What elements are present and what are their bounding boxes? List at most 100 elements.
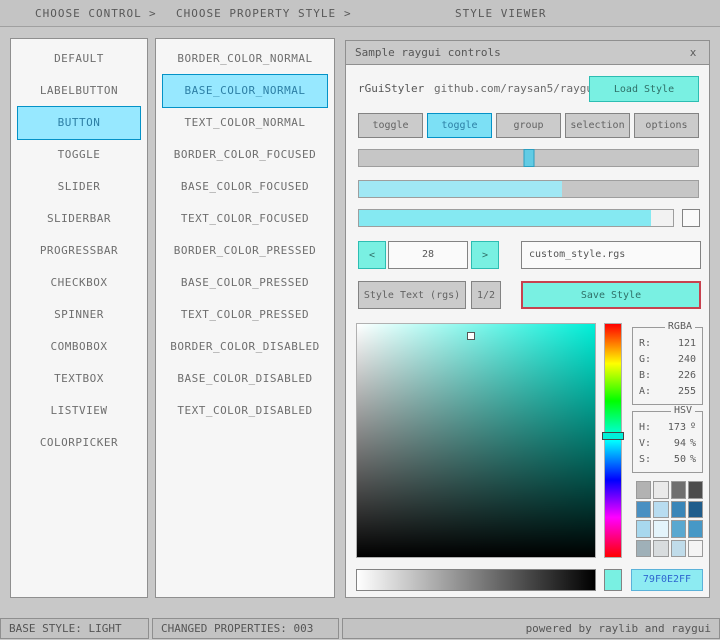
palette-color-1[interactable]: [653, 481, 669, 499]
property-item-base_color_normal[interactable]: BASE_COLOR_NORMAL: [162, 74, 328, 108]
status-changed-properties: CHANGED PROPERTIES: 003: [152, 618, 339, 639]
window-titlebar[interactable]: Sample raygui controls x: [346, 41, 709, 65]
palette-color-11[interactable]: [687, 520, 703, 538]
property-item-border_color_disabled[interactable]: BORDER_COLOR_DISABLED: [163, 331, 327, 363]
hue-bar[interactable]: [602, 323, 624, 558]
hsv-row-value: 173: [667, 422, 686, 433]
property-item-base_color_disabled[interactable]: BASE_COLOR_DISABLED: [163, 363, 327, 395]
style-viewer-window: Sample raygui controls x rGuiStyler gith…: [345, 40, 710, 598]
load-style-button[interactable]: Load Style: [589, 76, 699, 102]
close-icon[interactable]: x: [686, 46, 700, 59]
control-item-labelbutton[interactable]: LABELBUTTON: [18, 75, 140, 107]
control-item-checkbox[interactable]: CHECKBOX: [18, 267, 140, 299]
palette-color-14[interactable]: [670, 539, 686, 557]
rgba-title: RGBA: [664, 321, 695, 332]
rgba-row-label: G:: [639, 354, 652, 365]
control-item-textbox[interactable]: TEXTBOX: [18, 363, 140, 395]
page-toggle-button[interactable]: 1/2: [471, 281, 501, 309]
properties-list: BORDER_COLOR_NORMAL BASE_COLOR_NORMAL TEXT…: [155, 38, 335, 598]
value-bar[interactable]: [358, 209, 674, 227]
palette-color-8[interactable]: [636, 520, 652, 538]
hue-handle[interactable]: [602, 431, 624, 440]
toggle-button-selection-3[interactable]: selection: [565, 113, 630, 138]
color-picker-marker[interactable]: [467, 331, 476, 340]
save-style-button[interactable]: Save Style: [521, 281, 701, 309]
header-style-viewer: STYLE VIEWER: [455, 7, 547, 20]
palette-color-9[interactable]: [653, 520, 669, 538]
chevron-right-icon: >: [344, 7, 352, 20]
styler-label: rGuiStyler: [358, 82, 425, 95]
status-powered-by: powered by raylib and raygui: [342, 618, 720, 639]
palette-color-5[interactable]: [653, 500, 669, 518]
control-item-slider[interactable]: SLIDER: [18, 171, 140, 203]
progress-fill: [359, 181, 563, 197]
chevron-right-icon: >: [149, 7, 157, 20]
filename-input[interactable]: custom_style.rgs: [521, 241, 701, 269]
palette-color-2[interactable]: [670, 481, 686, 499]
hsv-row-unit: %: [689, 438, 696, 449]
property-item-border_color_normal[interactable]: BORDER_COLOR_NORMAL: [163, 43, 327, 75]
rgba-row-value: 121: [677, 338, 696, 349]
property-item-text_color_normal[interactable]: TEXT_COLOR_NORMAL: [163, 107, 327, 139]
value-bar-fill: [359, 210, 652, 226]
hex-color-input[interactable]: 79F0E2FF: [631, 569, 703, 591]
rgba-row-value: 240: [677, 354, 696, 365]
palette-color-6[interactable]: [670, 500, 686, 518]
hsv-row-label: H:: [639, 422, 652, 433]
rgba-row-value: 255: [677, 386, 696, 397]
control-item-default[interactable]: DEFAULT: [18, 43, 140, 75]
spinner-decrement-button[interactable]: <: [358, 241, 386, 269]
checkbox[interactable]: [682, 209, 700, 227]
control-item-colorpicker[interactable]: COLORPICKER: [18, 427, 140, 459]
property-item-border_color_focused[interactable]: BORDER_COLOR_FOCUSED: [163, 139, 327, 171]
hsv-groupbox: HSV H: 173 º V: 94% S: 50%: [632, 405, 703, 473]
palette-color-10[interactable]: [670, 520, 686, 538]
control-item-sliderbar[interactable]: SLIDERBAR: [18, 203, 140, 235]
control-item-progressbar[interactable]: PROGRESSBAR: [18, 235, 140, 267]
hsv-row-label: V:: [639, 438, 652, 449]
control-item-spinner[interactable]: SPINNER: [18, 299, 140, 331]
property-item-base_color_focused[interactable]: BASE_COLOR_FOCUSED: [163, 171, 327, 203]
palette-color-3[interactable]: [687, 481, 703, 499]
toggle-button-toggle-0[interactable]: toggle: [358, 113, 423, 138]
toggle-button-options-4[interactable]: options: [634, 113, 699, 138]
palette-color-15[interactable]: [687, 539, 703, 557]
toggle-group: toggle toggle group selection options: [358, 113, 699, 138]
header-choose-control: CHOOSE CONTROL: [35, 7, 142, 20]
repo-link[interactable]: github.com/raysan5/raygui: [434, 76, 600, 102]
slider[interactable]: [358, 149, 699, 167]
slider-handle[interactable]: [523, 149, 534, 167]
rgba-row: B: 226: [639, 368, 696, 384]
control-item-toggle[interactable]: TOGGLE: [18, 139, 140, 171]
palette-color-12[interactable]: [636, 539, 652, 557]
property-item-text_color_disabled[interactable]: TEXT_COLOR_DISABLED: [163, 395, 327, 427]
control-item-button[interactable]: BUTTON: [17, 106, 141, 140]
rgba-row: R: 121: [639, 336, 696, 352]
control-item-combobox[interactable]: COMBOBOX: [18, 331, 140, 363]
hsv-row: H: 173 º: [639, 420, 696, 436]
palette-color-7[interactable]: [687, 500, 703, 518]
toggle-button-toggle-1[interactable]: toggle: [427, 113, 492, 138]
progress-bar[interactable]: [358, 180, 699, 198]
hsv-values: H: 173 º V: 94% S: 50%: [639, 420, 696, 468]
hsv-row-label: S:: [639, 454, 652, 465]
property-item-text_color_focused[interactable]: TEXT_COLOR_FOCUSED: [163, 203, 327, 235]
property-item-base_color_pressed[interactable]: BASE_COLOR_PRESSED: [163, 267, 327, 299]
toggle-button-group-2[interactable]: group: [496, 113, 561, 138]
property-item-text_color_pressed[interactable]: TEXT_COLOR_PRESSED: [163, 299, 327, 331]
rgba-row-label: B:: [639, 370, 652, 381]
color-picker-area[interactable]: [356, 323, 596, 558]
control-item-listview[interactable]: LISTVIEW: [18, 395, 140, 427]
palette-color-13[interactable]: [653, 539, 669, 557]
top-header-bar: CHOOSE CONTROL > CHOOSE PROPERTY STYLE >…: [0, 0, 720, 27]
rgba-groupbox: RGBA R: 121 G: 240 B: 226 A: 255: [632, 321, 703, 405]
grayscale-bar[interactable]: [356, 569, 596, 591]
spinner-value[interactable]: 28: [388, 241, 468, 269]
palette-color-0[interactable]: [636, 481, 652, 499]
rgba-row-value: 226: [677, 370, 696, 381]
property-item-border_color_pressed[interactable]: BORDER_COLOR_PRESSED: [163, 235, 327, 267]
rgba-row-label: R:: [639, 338, 652, 349]
palette-color-4[interactable]: [636, 500, 652, 518]
spinner-increment-button[interactable]: >: [471, 241, 499, 269]
style-text-button[interactable]: Style Text (rgs): [358, 281, 466, 309]
